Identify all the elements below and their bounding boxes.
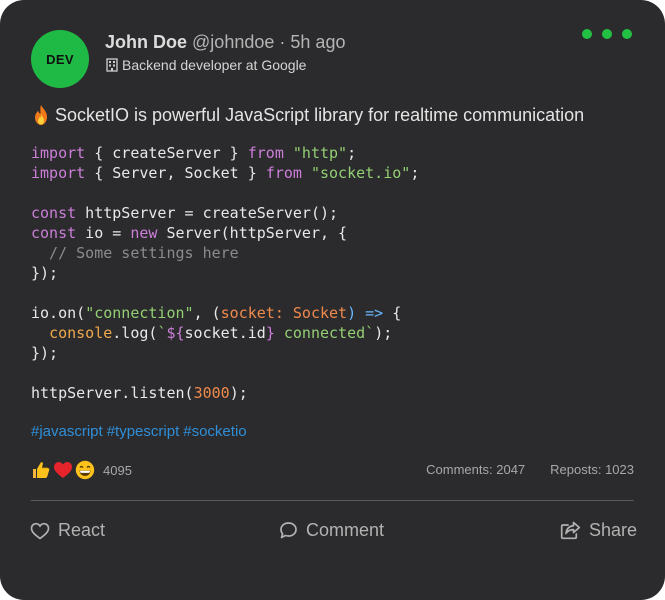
code-token: });: [31, 264, 59, 282]
code-token: const: [31, 224, 77, 242]
code-token: Server(httpServer, {: [157, 224, 348, 242]
share-icon: [560, 521, 581, 540]
code-token: httpServer = createServer();: [76, 204, 339, 222]
code-line: console.log(`${socket.id} connected`);: [31, 323, 419, 343]
author-headline-row: Backend developer at Google: [105, 56, 306, 74]
code-token: socket.id: [184, 324, 266, 342]
code-token: { createServer }: [85, 144, 248, 162]
code-token: io =: [76, 224, 131, 242]
reaction-summary[interactable]: 4095: [31, 460, 132, 480]
code-token: ;: [347, 144, 357, 162]
code-token: ;: [410, 164, 420, 182]
more-options-button[interactable]: [582, 29, 632, 39]
code-token: });: [31, 344, 59, 362]
code-token: `: [365, 324, 375, 342]
comment-label: Comment: [306, 520, 385, 540]
code-token: io.on(: [31, 304, 86, 322]
post-body-text: SocketIO is powerful JavaScript library …: [31, 104, 584, 126]
menu-dot: [582, 29, 592, 39]
heart-icon: [53, 460, 73, 480]
thumbs-up-icon: [31, 460, 51, 480]
reposts-count[interactable]: Reposts: 1023: [550, 462, 634, 477]
share-button[interactable]: Share: [560, 520, 637, 541]
code-token: );: [374, 324, 393, 342]
code-line: io.on("connection", (socket: Socket) => …: [31, 303, 419, 323]
post-time: 5h ago: [290, 32, 346, 52]
code-token: console: [49, 324, 113, 342]
code-token: :: [274, 304, 293, 322]
code-token: import: [31, 164, 86, 182]
code-line: const httpServer = createServer();: [31, 203, 419, 223]
code-token: "socket.io": [310, 164, 411, 182]
code-token: connected: [274, 324, 366, 342]
code-token: "http": [292, 144, 348, 162]
code-token: ${: [166, 324, 185, 342]
code-comment: // Some settings here: [31, 244, 239, 262]
post-text: SocketIO is powerful JavaScript library …: [55, 105, 585, 125]
author-headline: Backend developer at Google: [122, 57, 307, 73]
code-line: const io = new Server(httpServer, {: [31, 223, 419, 243]
code-token: from: [265, 164, 302, 182]
avatar[interactable]: DEV: [31, 30, 89, 88]
grinning-face-icon: [75, 460, 95, 480]
code-token: { Server, Socket }: [85, 164, 266, 182]
comments-count[interactable]: Comments: 2047: [426, 462, 525, 477]
comment-bubble-icon: [279, 521, 298, 540]
hashtag-list: #javascript #typescript #socketio: [31, 422, 247, 442]
code-token: );: [229, 384, 248, 402]
code-token: {: [383, 304, 402, 322]
code-token: }: [265, 324, 275, 342]
hashtag-link[interactable]: #javascript: [31, 422, 103, 442]
share-label: Share: [589, 520, 638, 540]
code-token: import: [31, 144, 86, 162]
post-stats: Comments: 2047 Reposts: 1023: [426, 462, 634, 477]
react-button[interactable]: React: [30, 520, 105, 541]
comment-button[interactable]: Comment: [279, 520, 384, 541]
code-block: import { createServer } from "http"; imp…: [31, 143, 419, 403]
avatar-text: DEV: [46, 51, 74, 67]
code-line: // Some settings here: [31, 243, 419, 263]
code-token: from: [247, 144, 284, 162]
code-token: socket: [220, 304, 275, 322]
code-line: });: [31, 263, 419, 283]
author-name[interactable]: John Doe: [105, 32, 187, 52]
divider: [31, 500, 634, 501]
hashtag-link[interactable]: #typescript: [107, 422, 180, 442]
heart-outline-icon: [30, 522, 50, 540]
code-token: httpServer.listen(: [31, 384, 194, 402]
menu-dot: [622, 29, 632, 39]
code-token: "connection": [85, 304, 194, 322]
menu-dot: [602, 29, 612, 39]
code-token: , (: [193, 304, 221, 322]
post-header: John Doe @johndoe · 5h ago: [105, 31, 345, 53]
code-line: httpServer.listen(3000);: [31, 383, 419, 403]
code-token: 3000: [193, 384, 230, 402]
code-token: Socket: [292, 304, 348, 322]
reaction-count: 4095: [103, 462, 132, 478]
post-card: DEV John Doe @johndoe · 5h ago Backend d…: [0, 0, 665, 600]
code-line: import { Server, Socket } from "socket.i…: [31, 163, 419, 183]
fire-icon: [31, 104, 51, 126]
code-token: .log(: [112, 324, 158, 342]
meta-separator: ·: [279, 32, 286, 52]
react-label: React: [58, 520, 106, 540]
building-icon: [105, 58, 119, 72]
code-token: ): [347, 304, 366, 322]
code-token: =>: [365, 304, 384, 322]
code-line: });: [31, 343, 419, 363]
code-token: const: [31, 204, 77, 222]
author-handle[interactable]: @johndoe: [192, 32, 274, 52]
code-token: new: [130, 224, 158, 242]
code-line: import { createServer } from "http";: [31, 143, 419, 163]
hashtag-link[interactable]: #socketio: [183, 422, 246, 442]
